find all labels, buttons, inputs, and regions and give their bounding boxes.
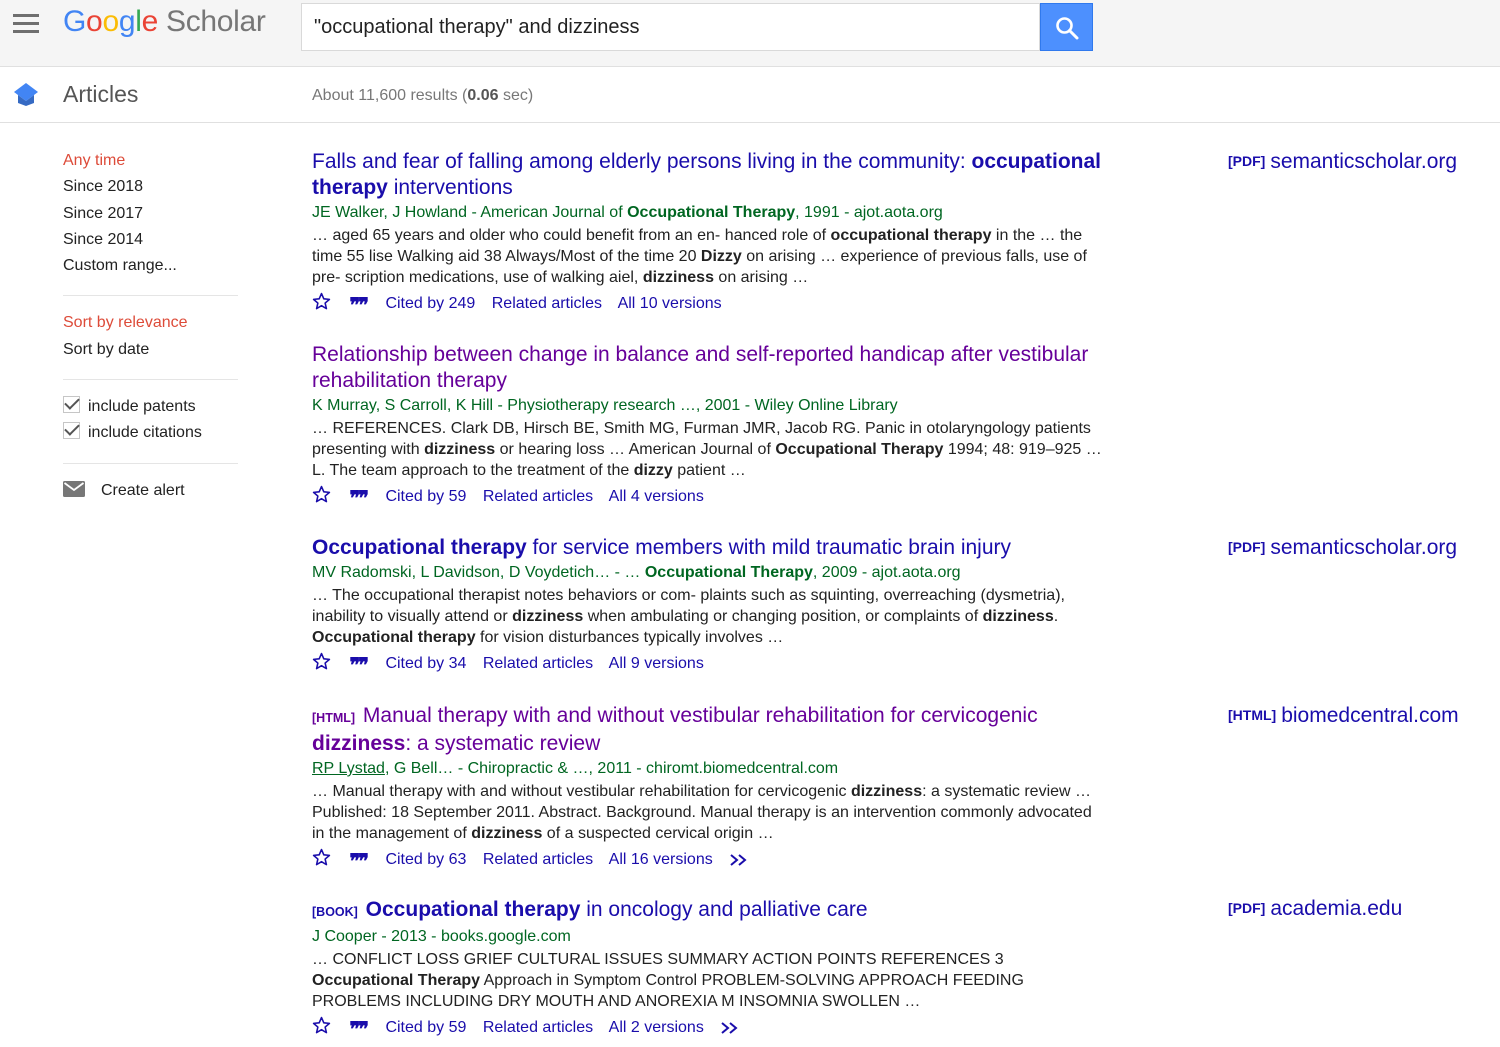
star-icon[interactable] [312,652,331,671]
filter-since-2017[interactable]: Since 2017 [63,203,238,229]
result-item: Relationship between change in balance a… [312,342,1102,508]
result-item: [HTML] Manual therapy with and without v… [312,703,1102,871]
author-link[interactable]: RP Lystad [312,760,385,777]
more-chevrons-icon[interactable] [729,853,749,867]
filter-since-2018[interactable]: Since 2018 [63,176,238,202]
envelope-icon [63,480,85,497]
result-actions: ❞❞ Cited by 249 Related articles All 10 … [312,292,1102,315]
section-title: Articles [63,81,139,107]
include-patents-checkbox[interactable]: include patents [63,396,238,422]
result-title-link[interactable]: Relationship between change in balance a… [312,342,1102,394]
result-meta: J Cooper - 2013 - books.google.com [312,928,571,945]
related-articles-link[interactable]: Related articles [483,851,593,868]
full-text-link[interactable]: [PDF] semanticscholar.org [1228,536,1457,560]
result-actions: ❞❞ Cited by 59 Related articles All 4 ve… [312,485,1102,508]
result-item: [BOOK] Occupational therapy in oncology … [312,897,1102,1039]
result-title-link[interactable]: [BOOK] Occupational therapy in oncology … [312,897,1102,925]
result-snippet: … Manual therapy with and without vestib… [312,783,1092,842]
create-alert-link[interactable]: Create alert [63,480,238,501]
sort-by-date[interactable]: Sort by date [63,339,238,365]
star-icon[interactable] [312,1016,331,1035]
section-bar: Articles About 11,600 results (0.06 sec) [0,67,1500,123]
result-meta: MV Radomski, L Davidson, D Voydetich… - … [312,564,961,581]
all-versions-link[interactable]: All 9 versions [609,655,704,672]
result-actions: ❞❞ Cited by 34 Related articles All 9 ve… [312,652,1102,675]
result-title-link[interactable]: Occupational therapy for service members… [312,535,1102,561]
result-item: Occupational therapy for service members… [312,535,1102,675]
related-articles-link[interactable]: Related articles [483,488,593,505]
checkmark-icon [63,422,80,440]
result-snippet: … aged 65 years and older who could bene… [312,227,1087,286]
cite-quote-icon[interactable]: ❞❞ [349,1019,368,1039]
cited-by-link[interactable]: Cited by 63 [385,851,466,868]
cited-by-link[interactable]: Cited by 34 [385,655,466,672]
search-input[interactable] [301,3,1040,51]
more-chevrons-icon[interactable] [720,1021,740,1035]
filter-sidebar: Any time Since 2018 Since 2017 Since 201… [63,150,238,501]
cite-quote-icon[interactable]: ❞❞ [349,295,368,315]
result-actions: ❞❞ Cited by 63 Related articles All 16 v… [312,848,1102,871]
magnifier-icon [1056,17,1079,40]
hamburger-menu-icon[interactable] [13,14,39,34]
sidebar-divider [63,379,238,381]
sidebar-divider [63,462,238,464]
cite-quote-icon[interactable]: ❞❞ [349,655,368,675]
sidebar-divider [63,295,238,297]
result-meta: K Murray, S Carroll, K Hill - Physiother… [312,397,898,414]
full-text-link[interactable]: [HTML] biomedcentral.com [1228,704,1459,728]
cite-quote-icon[interactable]: ❞❞ [349,488,368,508]
result-item: Falls and fear of falling among elderly … [312,149,1102,315]
filter-since-2014[interactable]: Since 2014 [63,229,238,255]
result-meta: JE Walker, J Howland - American Journal … [312,204,943,221]
filter-custom-range[interactable]: Custom range... [63,255,238,281]
google-scholar-logo[interactable]: Google Scholar [63,5,266,39]
result-type-tag: [HTML] [312,711,356,725]
all-versions-link[interactable]: All 16 versions [609,851,713,868]
all-versions-link[interactable]: All 4 versions [609,488,704,505]
star-icon[interactable] [312,485,331,504]
cited-by-link[interactable]: Cited by 59 [385,488,466,505]
include-citations-label: include citations [88,424,202,442]
cited-by-link[interactable]: Cited by 59 [385,1019,466,1036]
star-icon[interactable] [312,848,331,867]
result-snippet: … CONFLICT LOSS GRIEF CULTURAL ISSUES SU… [312,951,1024,1010]
include-citations-checkbox[interactable]: include citations [63,422,238,448]
checkmark-icon [63,396,80,414]
result-snippet: … REFERENCES. Clark DB, Hirsch BE, Smith… [312,420,1102,479]
result-title-link[interactable]: [HTML] Manual therapy with and without v… [312,703,1102,757]
cite-quote-icon[interactable]: ❞❞ [349,851,368,871]
result-snippet: … The occupational therapist notes behav… [312,587,1065,646]
related-articles-link[interactable]: Related articles [492,295,602,312]
search-button[interactable] [1040,3,1093,51]
filter-any-time[interactable]: Any time [63,150,238,176]
related-articles-link[interactable]: Related articles [483,1019,593,1036]
star-icon[interactable] [312,292,331,311]
scholar-cap-icon[interactable] [12,81,40,107]
result-stats: About 11,600 results (0.06 sec) [312,87,534,104]
result-actions: ❞❞ Cited by 59 Related articles All 2 ve… [312,1016,1102,1039]
sort-by-relevance[interactable]: Sort by relevance [63,312,238,338]
result-title-link[interactable]: Falls and fear of falling among elderly … [312,149,1102,201]
all-versions-link[interactable]: All 10 versions [618,295,722,312]
result-meta: RP Lystad, G Bell… - Chiropractic & …, 2… [312,760,839,777]
create-alert-label: Create alert [101,481,185,499]
result-type-tag: [BOOK] [312,905,358,919]
cited-by-link[interactable]: Cited by 249 [385,295,475,312]
related-articles-link[interactable]: Related articles [483,655,593,672]
full-text-link[interactable]: [PDF] academia.edu [1228,897,1402,921]
top-bar: Google Scholar [0,0,1500,67]
full-text-link[interactable]: [PDF] semanticscholar.org [1228,150,1457,174]
include-patents-label: include patents [88,398,196,416]
all-versions-link[interactable]: All 2 versions [609,1019,704,1036]
